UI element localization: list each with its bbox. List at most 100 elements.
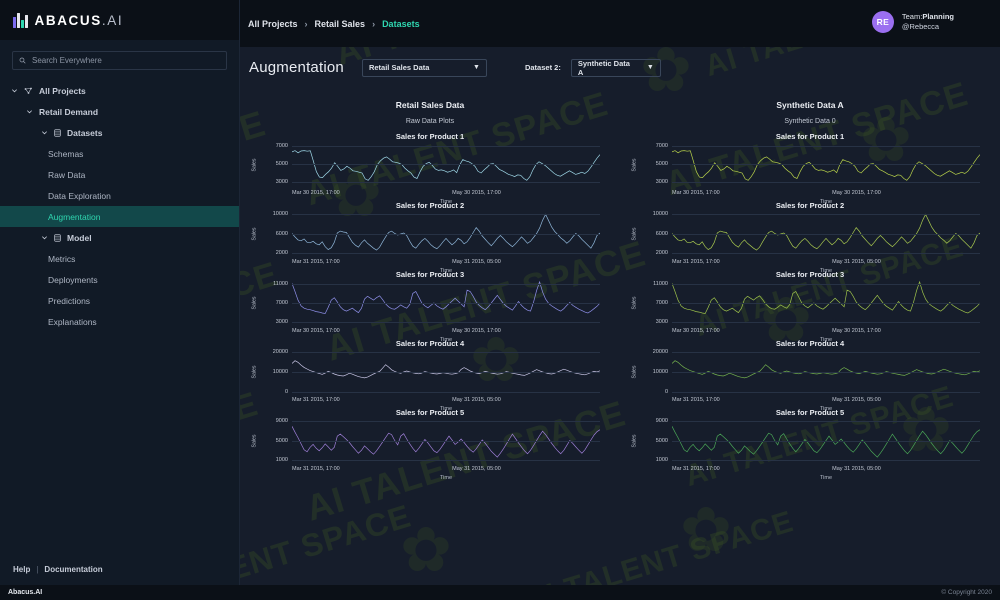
plot-area[interactable]: Sales 1000 5000 9000 Mar 31 2015, 17:00 May 3… bbox=[631, 418, 980, 481]
user-menu[interactable]: RE Team:Planning @Rebecca bbox=[871, 11, 954, 33]
x-axis-tick: Mar 31 2015, 17:00 bbox=[672, 397, 720, 403]
sidebar-item-datasets[interactable]: Datasets bbox=[0, 122, 239, 143]
gridline bbox=[672, 460, 980, 462]
dataset-1-select[interactable]: Retail Sales Data ▼ bbox=[361, 58, 487, 77]
caret-down-icon: ▼ bbox=[646, 64, 654, 71]
column-subtitle: Synthetic Data 0 bbox=[784, 118, 836, 125]
top-bar: All Projects › Retail Sales › Datasets RE Te… bbox=[240, 0, 1000, 47]
sidebar-item-label: Schemas bbox=[48, 148, 84, 159]
sidebar-item-data-exploration[interactable]: Data Exploration bbox=[0, 185, 239, 206]
gridline bbox=[292, 371, 600, 373]
search-input[interactable] bbox=[32, 56, 220, 65]
help-link[interactable]: Help bbox=[13, 565, 30, 574]
breadcrumb-item-datasets[interactable]: Datasets bbox=[382, 19, 420, 29]
y-axis-tick: 9000 bbox=[655, 417, 668, 424]
x-axis-tick: Mar 30 2015, 17:00 bbox=[292, 190, 340, 196]
brand-suffix: .AI bbox=[101, 12, 124, 28]
y-axis-tick: 5000 bbox=[275, 160, 288, 167]
sidebar-item-predictions[interactable]: Predictions bbox=[0, 290, 239, 311]
plot-area[interactable]: Sales 3000 5000 7000 Mar 30 2015, 17:00 May 3… bbox=[251, 142, 600, 205]
chart-block: Sales for Product 3 Sales 3000 7000 11000 Mar… bbox=[620, 269, 1000, 343]
sidebar-item-retail-demand[interactable]: Retail Demand bbox=[0, 101, 239, 122]
breadcrumb: All Projects › Retail Sales › Datasets bbox=[248, 19, 420, 29]
y-axis-label: Sales bbox=[251, 365, 258, 378]
breadcrumb-separator: › bbox=[372, 18, 376, 29]
charts-content: Retail Sales Data Raw Data Plots Synthetic… bbox=[240, 88, 1000, 586]
plot-area[interactable]: Sales 1000 5000 9000 Mar 31 2015, 17:00 May 3… bbox=[251, 418, 600, 481]
charts-column-right: Sales for Product 1 Sales 3000 5000 7000 Mar … bbox=[620, 131, 1000, 481]
chart-title: Sales for Product 4 bbox=[775, 339, 845, 348]
sidebar-item-raw-data[interactable]: Raw Data bbox=[0, 164, 239, 185]
x-axis-tick: Mar 30 2015, 17:00 bbox=[292, 328, 340, 334]
gridline bbox=[292, 420, 600, 422]
sidebar-item-label: Deployments bbox=[48, 274, 98, 285]
gridline bbox=[672, 420, 980, 422]
plot-area[interactable]: Sales 2000 6000 10000 Mar 31 2015, 17:00 May … bbox=[631, 211, 980, 274]
sidebar-item-label: Model bbox=[67, 232, 92, 243]
gridline bbox=[292, 283, 600, 285]
chevron-down-icon bbox=[12, 89, 17, 93]
sidebar-item-augmentation[interactable]: Augmentation bbox=[0, 206, 239, 227]
gridline bbox=[672, 440, 980, 442]
plot-area[interactable]: Sales 0 10000 20000 Mar 31 2015, 17:00 May 31… bbox=[631, 349, 980, 412]
dataset-2-label: Dataset 2: bbox=[524, 63, 561, 72]
avatar[interactable]: RE bbox=[871, 11, 894, 33]
breadcrumb-item-retail-sales[interactable]: Retail Sales bbox=[315, 19, 366, 29]
y-axis-tick: 0 bbox=[664, 388, 668, 395]
plot-area[interactable]: Sales 0 10000 20000 Mar 31 2015, 17:00 May 31… bbox=[251, 349, 600, 412]
y-axis-tick: 3000 bbox=[655, 319, 668, 326]
chart-block: Sales for Product 2 Sales 2000 6000 10000 Mar… bbox=[240, 200, 620, 274]
y-axis-tick: 11000 bbox=[653, 280, 668, 287]
sidebar-item-schemas[interactable]: Schemas bbox=[0, 143, 239, 164]
gridline bbox=[292, 213, 600, 215]
documentation-link[interactable]: Documentation bbox=[44, 565, 102, 574]
gridline bbox=[672, 213, 980, 215]
user-handle: @Rebecca bbox=[901, 22, 940, 31]
y-axis-tick: 7000 bbox=[655, 299, 668, 306]
y-axis-tick: 10000 bbox=[272, 368, 288, 375]
x-axis-tick: May 30 2015, 17:00 bbox=[832, 328, 881, 334]
column-title: Synthetic Data A bbox=[776, 100, 844, 110]
gridline bbox=[292, 302, 600, 304]
brand-name: ABACUS bbox=[34, 12, 102, 28]
footer-brand: Abacus.AI bbox=[8, 589, 43, 596]
x-axis-tick: May 31 2015, 05:00 bbox=[832, 397, 881, 403]
sidebar-item-model[interactable]: Model bbox=[0, 227, 239, 248]
y-axis-tick: 10000 bbox=[652, 368, 668, 375]
chevron-down-icon bbox=[42, 236, 47, 240]
y-axis-tick: 10000 bbox=[652, 210, 668, 217]
x-axis-tick: May 30 2015, 17:00 bbox=[452, 328, 501, 334]
column-title: Retail Sales Data bbox=[395, 100, 465, 110]
y-axis-label: Sales bbox=[631, 365, 638, 378]
sidebar-item-label: Retail Demand bbox=[39, 106, 99, 117]
sidebar-item-explanations[interactable]: Explanations bbox=[0, 311, 239, 332]
search-box[interactable] bbox=[12, 51, 227, 70]
y-axis-tick: 3000 bbox=[275, 319, 288, 326]
y-axis-tick: 11000 bbox=[273, 280, 288, 287]
sidebar-item-all-projects[interactable]: All Projects bbox=[0, 80, 239, 101]
gridline bbox=[292, 440, 600, 442]
y-axis-tick: 9000 bbox=[275, 417, 288, 424]
chart-block: Sales for Product 5 Sales 1000 5000 9000 Mar … bbox=[240, 407, 620, 481]
y-axis-tick: 20000 bbox=[272, 348, 288, 355]
plot-area[interactable]: Sales 3000 7000 11000 Mar 30 2015, 17:00 May … bbox=[631, 280, 980, 343]
sidebar-item-metrics[interactable]: Metrics bbox=[0, 248, 239, 269]
gridline bbox=[672, 391, 980, 393]
gridline bbox=[292, 163, 600, 165]
plot-area[interactable]: Sales 3000 5000 7000 Mar 30 2015, 17:00 May 3… bbox=[631, 142, 980, 205]
y-axis-tick: 6000 bbox=[275, 230, 288, 237]
sidebar-item-deployments[interactable]: Deployments bbox=[0, 269, 239, 290]
y-axis-tick: 3000 bbox=[655, 178, 668, 185]
plot-area[interactable]: Sales 2000 6000 10000 Mar 31 2015, 17:00 May … bbox=[251, 211, 600, 274]
sidebar: ABACUS.AI All Projects Retail Demand Datas… bbox=[0, 0, 240, 600]
plot-area[interactable]: Sales 3000 7000 11000 Mar 30 2015, 17:00 May … bbox=[251, 280, 600, 343]
gridline bbox=[672, 163, 980, 165]
breadcrumb-item-all-projects[interactable]: All Projects bbox=[248, 19, 298, 29]
dataset-2-value: Synthetic Data A bbox=[577, 58, 630, 77]
sidebar-item-label: Predictions bbox=[48, 295, 91, 306]
dataset-2-select[interactable]: Synthetic Data A ▼ bbox=[570, 58, 661, 77]
x-axis-tick: Mar 31 2015, 17:00 bbox=[672, 259, 720, 265]
brand-logo[interactable]: ABACUS.AI bbox=[0, 0, 239, 40]
column-headers: Retail Sales Data Raw Data Plots Synthetic… bbox=[240, 88, 1000, 125]
sidebar-footer: Help | Documentation bbox=[0, 565, 240, 574]
